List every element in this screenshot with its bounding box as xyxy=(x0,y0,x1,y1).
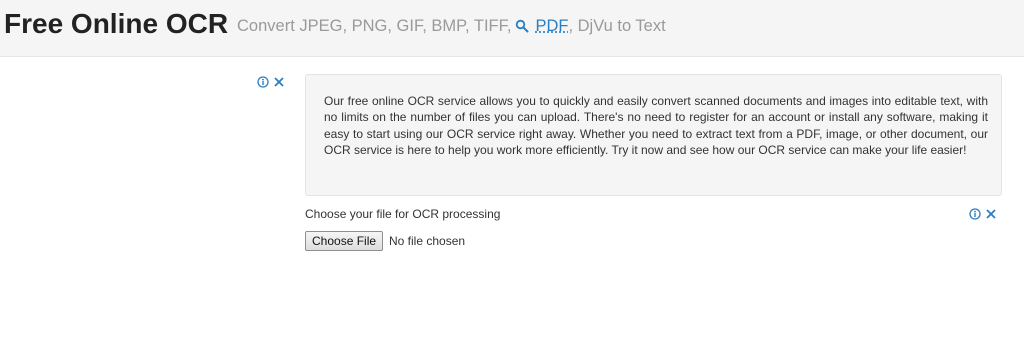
subtitle-formats: Convert JPEG, PNG, GIF, BMP, TIFF, xyxy=(237,17,512,35)
site-subtitle: Convert JPEG, PNG, GIF, BMP, TIFF, PDF ,… xyxy=(237,17,666,36)
search-icon xyxy=(515,19,529,33)
subtitle-formats-end: , DjVu to Text xyxy=(568,17,666,35)
site-header: Free Online OCR Convert JPEG, PNG, GIF, … xyxy=(0,0,1024,57)
close-icon[interactable] xyxy=(273,75,285,87)
ad-choices-left xyxy=(257,75,285,88)
upload-label: Choose your file for OCR processing xyxy=(305,207,501,221)
choose-file-button[interactable]: Choose File xyxy=(305,231,384,251)
ad-choices-right xyxy=(969,207,997,220)
info-icon[interactable] xyxy=(969,207,981,220)
close-icon[interactable] xyxy=(985,207,997,219)
info-icon[interactable] xyxy=(257,75,269,88)
pdf-link[interactable]: PDF xyxy=(535,17,568,36)
description-box: Our free online OCR service allows you t… xyxy=(305,74,1002,196)
description-text: Our free online OCR service allows you t… xyxy=(324,94,988,158)
file-status: No file chosen xyxy=(389,234,466,248)
site-title: Free Online OCR xyxy=(4,8,229,39)
